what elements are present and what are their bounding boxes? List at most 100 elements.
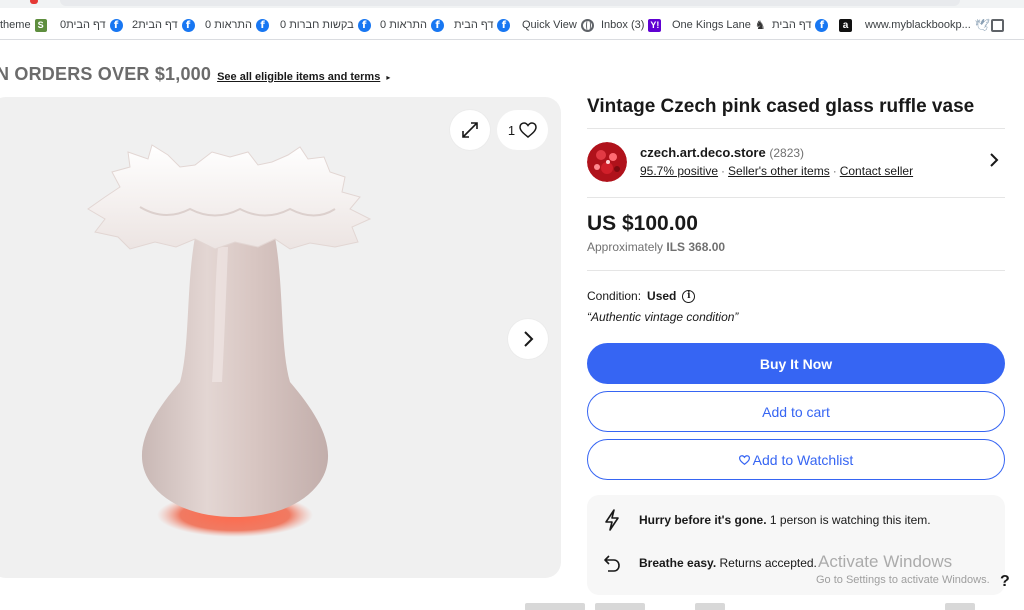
chevron-right-icon [524, 331, 534, 347]
bookmark-label: דף הבית [772, 19, 812, 31]
bookmark-one-kings-lane[interactable]: One Kings Lane ♞ [672, 17, 766, 33]
help-icon[interactable]: ? [1000, 573, 1010, 591]
bookmark-label: 0 בקשות חברות [280, 19, 354, 31]
bookmark-myblackbook[interactable]: www.myblackbookp... 🕊 [865, 17, 990, 33]
seller-name-text: czech.art.deco.store [640, 145, 766, 160]
product-title: Vintage Czech pink cased glass ruffle va… [587, 96, 975, 117]
next-image-button[interactable] [508, 319, 548, 359]
approx-label: Approximately [587, 240, 664, 254]
bookmark-facebook-home-0[interactable]: 0דף הבית f [60, 17, 123, 33]
hurry-text: Hurry before it's gone. 1 person is watc… [639, 513, 931, 527]
arrow-right-icon: ▸ [386, 73, 391, 82]
bookmark-inbox[interactable]: Inbox (3) Y! [601, 17, 662, 33]
bookmark-label: 2דף הבית [132, 19, 178, 31]
tab-favicon [30, 0, 38, 4]
returns-rest: Returns accepted. [716, 556, 817, 570]
bookmark-theme[interactable]: theme S [0, 17, 47, 33]
product-image-gallery[interactable]: 1 [0, 97, 561, 578]
seller-name[interactable]: czech.art.deco.store (2823) [640, 145, 804, 160]
heart-icon [519, 122, 537, 138]
bird-icon: 🕊 [974, 18, 990, 32]
bookmark-label: דף הבית [454, 19, 494, 31]
bookmark-amazon[interactable]: a [839, 17, 852, 33]
promo-banner: N ORDERS OVER $1,000 See all eligible it… [0, 64, 390, 85]
bookmarks-bar: theme S 0דף הבית f 2דף הבית f 0 התראות f… [0, 8, 1024, 40]
divider [587, 270, 1005, 271]
returns-text: Breathe easy. Returns accepted. [639, 556, 817, 570]
contact-seller-link[interactable]: Contact seller [840, 164, 913, 178]
heart-icon [738, 454, 750, 465]
bookmark-square-icon [991, 18, 1004, 32]
bookmark-label: 0 התראות [380, 19, 427, 31]
browser-top-strip [0, 0, 1024, 8]
facebook-icon: f [357, 18, 371, 32]
seller-logo-image [587, 142, 627, 182]
watch-count: 1 [507, 122, 516, 138]
address-bar[interactable] [60, 0, 960, 6]
bookmark-label: theme [0, 19, 31, 31]
hurry-bold: Hurry before it's gone. [639, 513, 767, 527]
windows-activation-title: Activate Windows [818, 552, 953, 571]
seller-other-items-link[interactable]: Seller's other items [728, 164, 830, 178]
price: US $100.00 [587, 212, 698, 235]
expand-icon [462, 122, 478, 138]
approx-price: Approximately ILS 368.00 [587, 240, 725, 254]
add-to-watchlist-label: Add to Watchlist [752, 451, 854, 468]
shopify-icon: S [34, 18, 47, 32]
buy-it-now-button[interactable]: Buy It Now [587, 343, 1005, 384]
add-to-cart-button[interactable]: Add to cart [587, 391, 1005, 432]
separator-dot: · [721, 164, 726, 178]
return-arrow-icon [599, 550, 625, 576]
divider [587, 128, 1005, 129]
bookmark-facebook-home[interactable]: דף הבית f [454, 17, 511, 33]
hurry-row: Hurry before it's gone. 1 person is watc… [599, 507, 931, 533]
facebook-icon: f [181, 18, 195, 32]
returns-row: Breathe easy. Returns accepted. [599, 550, 817, 576]
lightning-icon [599, 507, 625, 533]
seller-links: 95.7% positive · Seller's other items · Cont… [640, 164, 913, 178]
seller-positive-feedback-link[interactable]: 95.7% positive [640, 164, 718, 178]
facebook-icon: f [815, 18, 829, 32]
add-to-watchlist-button[interactable]: Add to Watchlist [587, 439, 1005, 480]
condition-value: Used [647, 289, 677, 303]
bookmark-facebook-home-3[interactable]: דף הבית f [772, 17, 829, 33]
bookmark-facebook-notifications[interactable]: 0 התראות f [205, 17, 269, 33]
seller-avatar[interactable] [587, 142, 627, 182]
see-eligible-items-link[interactable]: See all eligible items and terms [217, 71, 380, 83]
one-kings-lane-icon: ♞ [754, 18, 766, 32]
seller-feedback-count: (2823) [769, 146, 805, 160]
bookmark-label: 0דף הבית [60, 19, 106, 31]
yahoo-icon: Y! [648, 18, 662, 32]
chevron-right-icon[interactable] [989, 152, 999, 173]
globe-icon [580, 18, 594, 32]
watch-count-button[interactable]: 1 [497, 110, 548, 150]
bookmark-label: 0 התראות [205, 19, 252, 31]
amazon-icon: a [839, 18, 852, 32]
cut-off-text-row [525, 600, 985, 610]
divider [587, 197, 1005, 198]
expand-image-button[interactable] [450, 110, 490, 150]
facebook-icon: f [109, 18, 123, 32]
info-icon[interactable]: i [682, 289, 696, 303]
bookmark-label: Inbox (3) [601, 19, 645, 31]
promo-text: N ORDERS OVER $1,000 [0, 64, 212, 84]
facebook-icon: f [256, 18, 269, 32]
product-details: Vintage Czech pink cased glass ruffle va… [587, 94, 1005, 595]
hurry-rest: 1 person is watching this item. [766, 513, 931, 527]
approx-value: ILS 368.00 [666, 240, 726, 254]
returns-bold: Breathe easy. [639, 556, 717, 570]
facebook-icon: f [497, 18, 511, 32]
bookmark-quick-view[interactable]: Quick View [522, 17, 594, 33]
bookmark-label: www.myblackbookp... [865, 19, 971, 31]
condition-note: “Authentic vintage condition” [587, 310, 739, 324]
condition-label: Condition: [587, 289, 642, 303]
bookmark-facebook-home-2[interactable]: 2דף הבית f [132, 17, 195, 33]
bookmark-square[interactable] [991, 17, 1004, 33]
bookmark-facebook-notifications-2[interactable]: 0 התראות f [380, 17, 444, 33]
facebook-icon: f [431, 18, 444, 32]
bookmark-label: One Kings Lane [672, 19, 751, 31]
windows-activation-subtitle: Go to Settings to activate Windows. [816, 574, 990, 586]
bookmark-facebook-friend-requests[interactable]: 0 בקשות חברות f [280, 17, 371, 33]
seller-card[interactable]: czech.art.deco.store (2823) 95.7% positi… [587, 142, 1005, 186]
product-image-vase [87, 144, 372, 537]
